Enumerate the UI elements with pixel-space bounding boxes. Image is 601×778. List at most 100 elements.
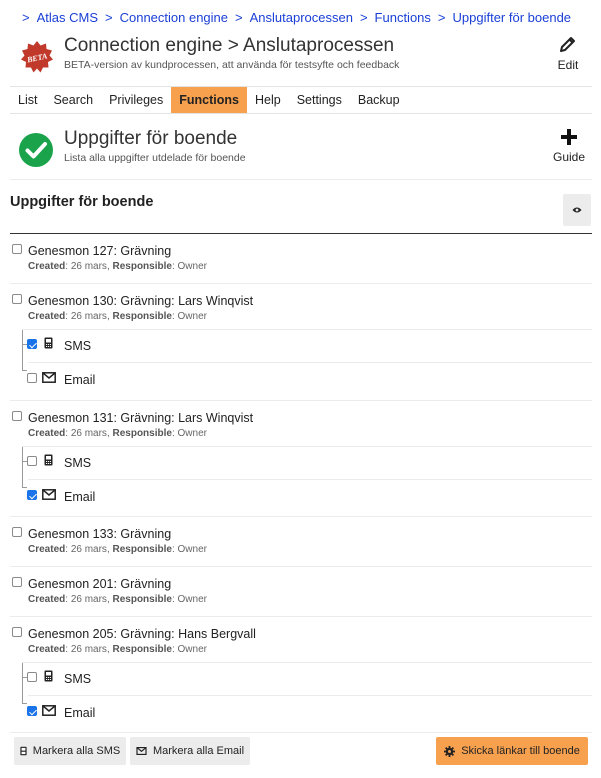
breadcrumb: > Atlas CMS > Connection engine > Anslutaproc… [22, 10, 571, 25]
task-responsible: Owner [177, 311, 207, 322]
breadcrumb-separator: > [235, 10, 243, 25]
section-title: Uppgifter för boende [64, 128, 238, 149]
breadcrumb-functions[interactable]: Functions [375, 10, 431, 25]
tab-backup[interactable]: Backup [350, 87, 408, 113]
task-title: Genesmon 130: Grävning: Lars Winqvist [28, 294, 254, 308]
task-checkbox[interactable] [12, 244, 22, 254]
task-created: 26 mars [70, 261, 107, 272]
breadcrumb-prefix: > [22, 10, 30, 25]
tab-bar: List Search Privileges Functions Help Se… [10, 86, 592, 114]
sms-checkbox[interactable] [27, 672, 37, 682]
task-title: Genesmon 201: Grävning [28, 577, 172, 591]
task-created: 26 mars [70, 544, 107, 555]
edit-button[interactable]: Edit [553, 35, 583, 72]
eye-icon [572, 207, 582, 213]
check-circle-icon [19, 133, 53, 167]
task-checkbox[interactable] [12, 527, 22, 537]
phone-icon [44, 454, 53, 466]
mark-all-email-label: Markera alla Email [152, 745, 245, 757]
created-label: Created [28, 261, 66, 272]
list-divider [10, 233, 592, 234]
task-title: Genesmon 133: Grävning [28, 527, 172, 541]
task-checkbox[interactable] [12, 294, 22, 304]
tab-functions[interactable]: Functions [171, 87, 247, 113]
plus-icon [561, 129, 577, 145]
tab-help[interactable]: Help [247, 87, 289, 113]
divider [10, 283, 592, 284]
divider [28, 479, 592, 480]
task-responsible: Owner [177, 644, 207, 655]
responsible-label: Responsible [112, 428, 172, 439]
task-meta: Created: 26 mars, Responsible: Owner [28, 594, 207, 605]
app-subtitle: BETA-version av kundprocessen, att använ… [64, 59, 400, 71]
breadcrumb-separator: > [359, 10, 368, 25]
envelope-icon [42, 489, 56, 500]
toggle-visibility-button[interactable] [563, 194, 591, 226]
responsible-label: Responsible [112, 261, 172, 272]
task-checkbox[interactable] [12, 577, 22, 587]
breadcrumb-anslutaprocessen[interactable]: Anslutaprocessen [250, 10, 353, 25]
list-heading: Uppgifter för boende [10, 194, 154, 210]
tab-search[interactable]: Search [45, 87, 101, 113]
gear-icon [444, 745, 456, 757]
tree-connector [22, 487, 27, 488]
sms-label: SMS [64, 672, 92, 686]
guide-button[interactable]: Guide [551, 128, 587, 164]
email-label: Email [64, 490, 96, 504]
tree-connector [22, 330, 23, 370]
task-created: 26 mars [70, 311, 107, 322]
tab-settings[interactable]: Settings [289, 87, 350, 113]
task-created: 26 mars [70, 644, 107, 655]
divider [10, 400, 592, 401]
created-label: Created [28, 594, 66, 605]
created-label: Created [28, 428, 66, 439]
divider [10, 516, 592, 517]
sms-label: SMS [64, 456, 92, 470]
responsible-label: Responsible [112, 644, 172, 655]
task-title: Genesmon 131: Grävning: Lars Winqvist [28, 411, 254, 425]
task-meta: Created: 26 mars, Responsible: Owner [28, 428, 207, 439]
envelope-icon [42, 705, 56, 716]
sms-checkbox[interactable] [27, 456, 37, 466]
task-checkbox[interactable] [12, 411, 22, 421]
task-checkbox[interactable] [12, 627, 22, 637]
guide-button-label: Guide [552, 150, 586, 164]
created-label: Created [28, 311, 66, 322]
divider [10, 179, 592, 180]
task-created: 26 mars [70, 594, 107, 605]
breadcrumb-separator: > [105, 10, 113, 25]
breadcrumb-current-page[interactable]: Uppgifter för boende [453, 10, 572, 25]
phone-icon [44, 337, 53, 349]
breadcrumb-connection-engine[interactable]: Connection engine [120, 10, 228, 25]
tree-connector [22, 703, 27, 704]
send-links-button[interactable]: Skicka länkar till boende [436, 737, 588, 765]
email-checkbox[interactable] [27, 490, 37, 500]
divider [10, 732, 592, 733]
tree-connector [22, 370, 27, 371]
divider [28, 695, 592, 696]
email-checkbox[interactable] [27, 373, 37, 383]
envelope-icon [136, 747, 147, 755]
breadcrumb-atlas-cms[interactable]: Atlas CMS [37, 10, 98, 25]
section-subtitle: Lista alla uppgifter utdelade för boende [64, 152, 246, 164]
section-header: Uppgifter för boende Lista alla uppgifte… [0, 122, 601, 178]
tab-list[interactable]: List [10, 87, 45, 113]
task-responsible: Owner [177, 428, 207, 439]
task-title: Genesmon 205: Grävning: Hans Bergvall [28, 627, 256, 641]
mark-all-sms-button[interactable]: Markera alla SMS [14, 737, 126, 765]
email-label: Email [64, 706, 96, 720]
task-meta: Created: 26 mars, Responsible: Owner [28, 644, 207, 655]
tree-connector [22, 663, 23, 703]
mark-all-email-button[interactable]: Markera alla Email [130, 737, 250, 765]
edit-button-label: Edit [557, 58, 579, 72]
task-created: 26 mars [70, 428, 107, 439]
app-title: Connection engine > Anslutaprocessen [64, 35, 395, 56]
envelope-icon [42, 372, 56, 383]
task-meta: Created: 26 mars, Responsible: Owner [28, 261, 207, 272]
tab-privileges[interactable]: Privileges [101, 87, 171, 113]
divider [10, 616, 592, 617]
sms-checkbox[interactable] [27, 339, 37, 349]
email-checkbox[interactable] [27, 706, 37, 716]
task-meta: Created: 26 mars, Responsible: Owner [28, 311, 207, 322]
app-header: BETA Connection engine > Anslutaprocesse… [0, 32, 601, 82]
